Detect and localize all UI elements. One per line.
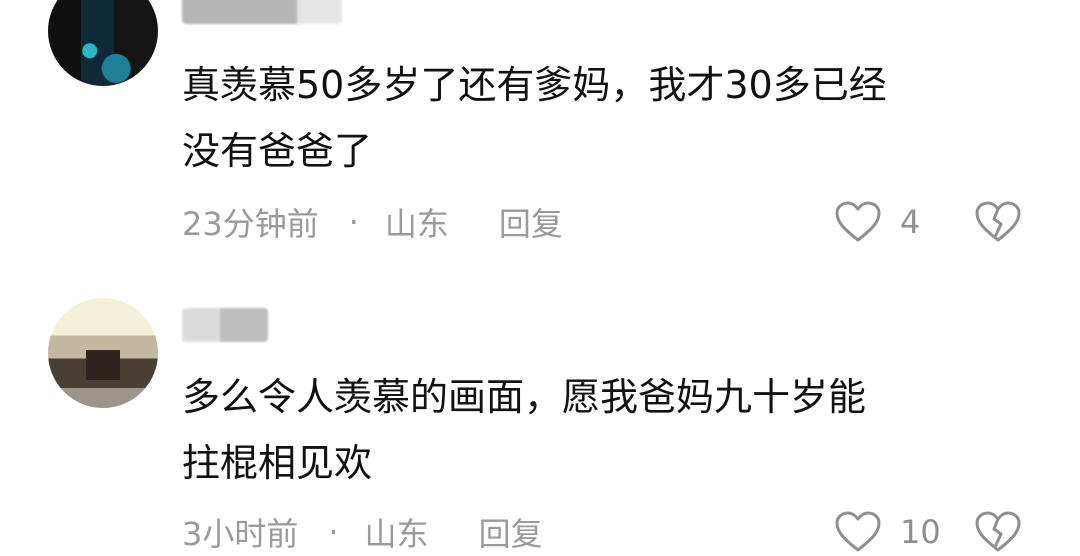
- timestamp: 23分钟前: [182, 205, 319, 243]
- comment-actions: 4: [834, 198, 1022, 246]
- comment-actions: 10: [834, 508, 1022, 556]
- broken-heart-icon[interactable]: [974, 511, 1022, 553]
- avatar[interactable]: [48, 0, 158, 86]
- broken-heart-icon[interactable]: [974, 201, 1022, 243]
- like-count: 10: [900, 513, 941, 551]
- avatar[interactable]: [48, 298, 158, 408]
- reply-button[interactable]: 回复: [499, 199, 563, 245]
- blurred-username: [182, 308, 268, 342]
- blurred-username: [182, 0, 342, 24]
- comment-text-line-2: 拄棍相见欢: [182, 441, 373, 485]
- timestamp: 3小时前: [182, 515, 299, 553]
- like-count: 4: [900, 203, 921, 241]
- comment-item: 多么令人羡慕的画面，愿我爸妈九十岁能 拄棍相见欢 3小时前 · 山东 回复 10: [0, 290, 1080, 553]
- comment-text: 真羡慕50多岁了还有爹妈，我才30多已经 没有爸爸了: [182, 52, 1042, 184]
- comment-text-line-1: 真羡慕50多岁了还有爹妈，我才30多已经: [182, 63, 887, 107]
- comment-item: 真羡慕50多岁了还有爹妈，我才30多已经 没有爸爸了 23分钟前 · 山东 回复…: [0, 0, 1080, 270]
- comment-meta: 3小时前 · 山东 回复: [182, 509, 543, 555]
- separator-dot: ·: [328, 513, 339, 551]
- location: 山东: [364, 515, 429, 553]
- comment-text: 多么令人羡慕的画面，愿我爸妈九十岁能 拄棍相见欢: [182, 364, 1042, 496]
- comment-text-line-2: 没有爸爸了: [182, 129, 373, 173]
- heart-outline-icon[interactable]: [834, 201, 882, 243]
- separator-dot: ·: [348, 203, 359, 241]
- location: 山东: [384, 205, 449, 243]
- heart-outline-icon[interactable]: [834, 511, 882, 553]
- comment-meta: 23分钟前 · 山东 回复: [182, 199, 563, 245]
- reply-button[interactable]: 回复: [479, 509, 543, 555]
- comment-text-line-1: 多么令人羡慕的画面，愿我爸妈九十岁能: [182, 375, 867, 419]
